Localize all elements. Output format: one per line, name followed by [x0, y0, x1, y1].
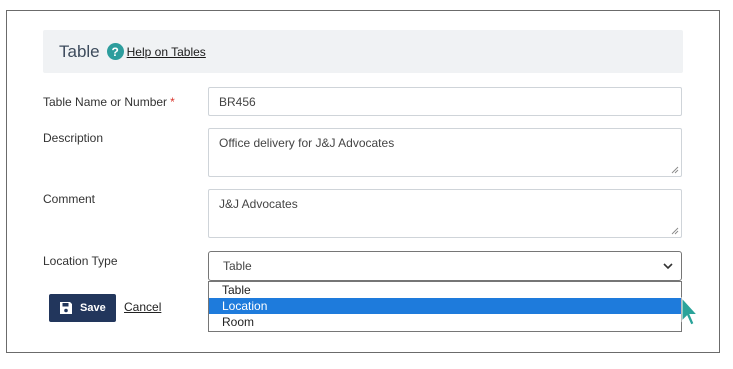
description-label: Description	[43, 131, 104, 145]
location-type-label: Location Type	[43, 254, 118, 268]
form-frame: Table ? Help on Tables Table Name or Num…	[6, 10, 720, 353]
comment-label: Comment	[43, 192, 96, 206]
comment-value: J&J Advocates	[219, 197, 298, 211]
cancel-link[interactable]: Cancel	[124, 300, 161, 314]
option-room[interactable]: Room	[209, 314, 681, 330]
required-mark: *	[170, 95, 175, 109]
description-value: Office delivery for J&J Advocates	[219, 136, 395, 150]
save-button-label: Save	[80, 302, 106, 314]
option-location[interactable]: Location	[209, 298, 681, 314]
floppy-disk-icon	[60, 302, 72, 314]
section-header: Table ? Help on Tables	[43, 30, 683, 73]
help-icon[interactable]: ?	[106, 43, 124, 60]
resize-grip-icon[interactable]	[671, 166, 679, 174]
save-button[interactable]: Save	[49, 294, 116, 322]
comment-textarea[interactable]: J&J Advocates	[208, 189, 682, 238]
table-name-label: Table Name or Number *	[43, 95, 175, 109]
section-title: Table	[59, 41, 100, 61]
table-name-value: BR456	[219, 95, 256, 109]
chevron-down-icon	[663, 263, 673, 270]
location-type-options: Table Location Room	[208, 281, 682, 332]
help-on-tables-link[interactable]: Help on Tables	[127, 45, 206, 59]
location-type-select[interactable]: Table	[208, 251, 682, 281]
table-name-input[interactable]: BR456	[208, 87, 682, 116]
table-name-label-text: Table Name or Number	[43, 95, 168, 109]
option-table[interactable]: Table	[209, 282, 681, 298]
location-type-selected-value: Table	[223, 259, 252, 273]
mouse-cursor-icon	[681, 297, 699, 326]
resize-grip-icon[interactable]	[671, 227, 679, 235]
description-textarea[interactable]: Office delivery for J&J Advocates	[208, 128, 682, 177]
